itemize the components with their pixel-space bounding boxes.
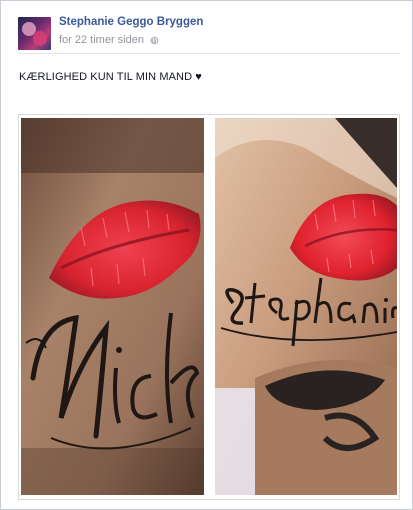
tattoo-photo-right[interactable] bbox=[215, 118, 397, 495]
photo-collage[interactable] bbox=[18, 114, 400, 500]
post-timestamp[interactable]: for 22 timer siden bbox=[59, 34, 144, 46]
header-divider bbox=[18, 53, 400, 54]
tattoo-photo-left[interactable] bbox=[21, 118, 204, 495]
post-header: Stephanie Geggo Bryggen for 22 timer sid… bbox=[18, 15, 402, 55]
post-card: Stephanie Geggo Bryggen for 22 timer sid… bbox=[0, 0, 413, 510]
author-name[interactable]: Stephanie Geggo Bryggen bbox=[59, 16, 203, 28]
globe-icon[interactable] bbox=[150, 36, 159, 45]
post-meta: for 22 timer siden bbox=[59, 34, 159, 46]
avatar[interactable] bbox=[18, 17, 51, 50]
post-message: KÆRLIGHED KUN TIL MIN MAND ♥ bbox=[19, 71, 202, 83]
